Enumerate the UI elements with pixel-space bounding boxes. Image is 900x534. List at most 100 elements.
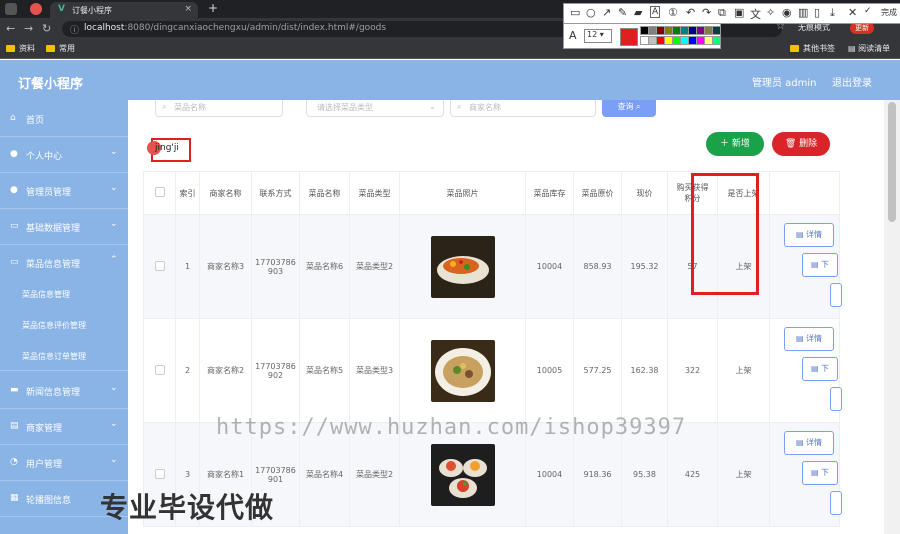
more-button[interactable] bbox=[830, 491, 842, 515]
ellipse-tool-icon[interactable]: ○ bbox=[586, 6, 596, 19]
cell-index: 2 bbox=[175, 318, 200, 423]
dish-name-input[interactable]: ⌕ 菜品名称 bbox=[155, 100, 283, 117]
tab-icon-bilibili[interactable] bbox=[30, 3, 42, 15]
shop-name-input[interactable]: ⌕ 商家名称 bbox=[450, 100, 596, 117]
scrollbar-thumb[interactable] bbox=[888, 102, 896, 222]
admin-icon: ● bbox=[10, 185, 18, 195]
text-tool-icon[interactable]: A bbox=[650, 6, 661, 18]
highlight-annotation-box bbox=[691, 173, 759, 295]
color-swatch[interactable] bbox=[712, 36, 721, 45]
rectangle-tool-icon[interactable]: ▭ bbox=[570, 6, 580, 19]
cell-actions: ▤ 详情 ▤ 下 bbox=[769, 422, 842, 527]
more-button[interactable] bbox=[830, 387, 842, 411]
font-size-select[interactable]: 12 ▾ bbox=[584, 29, 612, 43]
cell-phone: 17703786903 bbox=[251, 214, 300, 319]
app-header: 订餐小程序 管理员 admin 退出登录 bbox=[0, 60, 900, 100]
chevron-down-icon: ⌄ bbox=[110, 419, 118, 429]
download-icon[interactable]: ⤓ bbox=[830, 6, 835, 20]
edit-button[interactable]: ▤ 下 bbox=[802, 461, 838, 485]
col-actions bbox=[769, 171, 840, 215]
arrow-tool-icon[interactable]: ↗ bbox=[602, 6, 611, 19]
reading-list[interactable]: ▤ 阅读清单 bbox=[848, 43, 890, 54]
sidebar-sub-dish-info[interactable]: 菜品信息管理 bbox=[0, 278, 128, 308]
done-button[interactable]: 完成 bbox=[881, 7, 897, 18]
cell-index: 1 bbox=[175, 214, 200, 319]
translate-icon[interactable]: 文 bbox=[750, 6, 761, 22]
current-color-swatch[interactable] bbox=[620, 28, 638, 46]
add-button[interactable]: ＋ 新增 bbox=[706, 132, 764, 156]
edit-button[interactable]: ▤ 下 bbox=[802, 357, 838, 381]
marker-tool-icon[interactable]: ▰ bbox=[634, 6, 642, 19]
tab-close-icon[interactable]: × bbox=[184, 4, 192, 14]
cell-stock: 10005 bbox=[525, 318, 574, 423]
redo-icon[interactable]: ↷ bbox=[702, 6, 711, 19]
bookmark-folder-other[interactable]: 其他书签 bbox=[790, 43, 835, 54]
pin-icon[interactable]: ✧ bbox=[766, 6, 775, 19]
col-price: 菜品原价 bbox=[573, 171, 622, 215]
vertical-scrollbar[interactable] bbox=[884, 100, 900, 534]
new-tab-button[interactable]: + bbox=[208, 1, 218, 15]
detail-button[interactable]: ▤ 详情 bbox=[784, 431, 834, 455]
close-icon[interactable]: ✕ bbox=[848, 6, 857, 19]
tab-icon[interactable] bbox=[5, 3, 17, 15]
reload-icon[interactable]: ↻ bbox=[42, 22, 51, 35]
check-icon[interactable]: ✓ bbox=[864, 6, 872, 16]
phone-icon[interactable]: ▯ bbox=[814, 6, 820, 19]
screenshot-toolbar: ▭ ○ ↗ ✎ ▰ A ① ↶ ↷ ⧉ ▣ 文 ✧ ◉ ▥ ▯ ⤓ ✕ ✓ 完成 bbox=[563, 3, 900, 24]
ocr-icon[interactable]: ▣ bbox=[734, 6, 744, 19]
bookmark-folder[interactable]: 常用 bbox=[46, 43, 75, 54]
cell-dish-name: 菜品名称6 bbox=[299, 214, 350, 319]
chevron-down-icon: ⌄ bbox=[110, 219, 118, 229]
row-checkbox[interactable] bbox=[143, 318, 176, 423]
more-button[interactable] bbox=[830, 283, 842, 307]
col-now-price: 现价 bbox=[621, 171, 668, 215]
main-content: ⌕ 菜品名称 请选择菜品类型 ⌄ ⌕ 商家名称 查询 ⌕ jing'ji ＋ 新增 🗑… bbox=[128, 100, 884, 534]
select-all-checkbox[interactable] bbox=[143, 171, 176, 215]
forward-icon[interactable]: → bbox=[24, 22, 33, 35]
bookmark-folder[interactable]: 资料 bbox=[6, 43, 35, 54]
detail-button[interactable]: ▤ 详情 bbox=[784, 327, 834, 351]
sidebar-item-users[interactable]: ◔ 用户管理 ⌄ bbox=[0, 444, 128, 481]
sidebar-item-news[interactable]: ▬ 新闻信息管理 ⌄ bbox=[0, 372, 128, 409]
chevron-down-icon: ⌄ bbox=[110, 455, 118, 465]
logout-link[interactable]: 退出登录 bbox=[832, 74, 872, 89]
detail-button[interactable]: ▤ 详情 bbox=[784, 223, 834, 247]
save-icon[interactable]: ▥ bbox=[798, 6, 808, 19]
pen-tool-icon[interactable]: ✎ bbox=[618, 6, 627, 19]
sidebar-item-admin[interactable]: ● 管理员管理 ⌄ bbox=[0, 172, 128, 209]
tab-title: 订餐小程序 bbox=[72, 6, 112, 15]
query-button[interactable]: 查询 ⌕ bbox=[602, 100, 656, 117]
sidebar-item-shop[interactable]: ▤ 商家管理 ⌄ bbox=[0, 408, 128, 445]
dish-photo[interactable] bbox=[430, 339, 495, 402]
number-tool-icon[interactable]: ① bbox=[668, 6, 678, 19]
app-title: 订餐小程序 bbox=[18, 77, 84, 92]
delete-button[interactable]: 🗑 删除 bbox=[772, 132, 830, 156]
record-icon[interactable]: ◉ bbox=[782, 6, 792, 19]
cell-photo bbox=[399, 318, 526, 423]
sidebar-item-home[interactable]: ⌂ 首页 bbox=[0, 100, 128, 137]
sidebar-sub-dish-order[interactable]: 菜品信息订单管理 bbox=[0, 340, 128, 371]
undo-icon[interactable]: ↶ bbox=[686, 6, 695, 19]
color-swatch[interactable] bbox=[712, 26, 721, 35]
dish-photo[interactable] bbox=[430, 443, 495, 506]
sidebar-item-dish[interactable]: ▭ 菜品信息管理 ⌃ bbox=[0, 244, 128, 280]
back-icon[interactable]: ← bbox=[6, 22, 15, 35]
watermark-url: https://www.huzhan.com/ishop39397 bbox=[216, 415, 687, 440]
copy-icon[interactable]: ⧉ bbox=[718, 6, 726, 20]
active-tab[interactable]: V 订餐小程序 × bbox=[50, 2, 198, 18]
reading-list-icon: ▤ bbox=[848, 44, 859, 53]
sidebar-item-profile[interactable]: ● 个人中心 ⌄ bbox=[0, 136, 128, 173]
sidebar-item-data[interactable]: ▭ 基础数据管理 ⌄ bbox=[0, 208, 128, 245]
edit-button[interactable]: ▤ 下 bbox=[802, 253, 838, 277]
col-dish-name: 菜品名称 bbox=[299, 171, 350, 215]
cell-dish-name: 菜品名称5 bbox=[299, 318, 350, 423]
sidebar-sub-dish-review[interactable]: 菜品信息评价管理 bbox=[0, 309, 128, 339]
row-checkbox[interactable] bbox=[143, 214, 176, 319]
chevron-down-icon: ⌄ bbox=[110, 383, 118, 393]
dish-photo[interactable] bbox=[430, 235, 495, 298]
cell-actions: ▤ 详情 ▤ 下 bbox=[769, 214, 842, 319]
cell-phone: 17703786902 bbox=[251, 318, 300, 423]
table-row[interactable]: 2 商家名称2 17703786902 菜品名称5 菜品类型3 10005 57… bbox=[143, 318, 842, 423]
chevron-up-icon: ⌃ bbox=[110, 255, 118, 265]
dish-type-select[interactable]: 请选择菜品类型 ⌄ bbox=[306, 100, 444, 117]
